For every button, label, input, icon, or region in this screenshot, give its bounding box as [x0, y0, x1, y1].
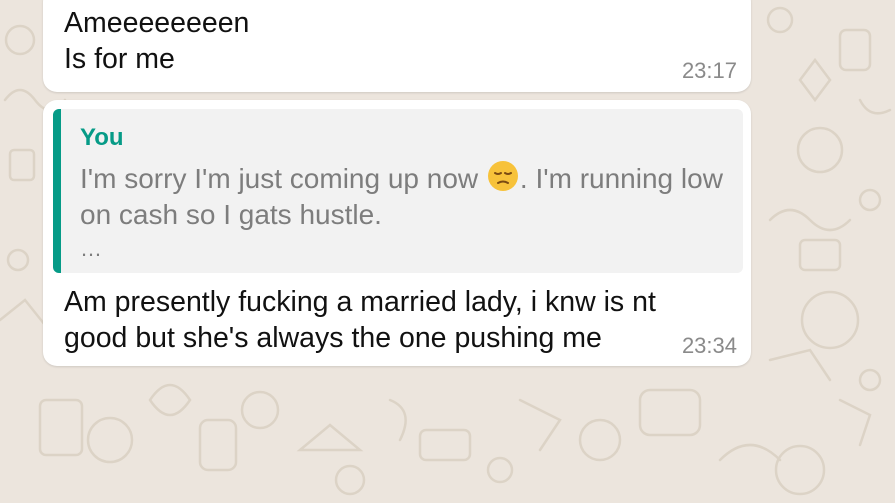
- quote-accent-bar: [53, 109, 61, 273]
- quote-author: You: [80, 124, 124, 151]
- quote-text: I'm sorry I'm just coming up now . I'm r…: [80, 159, 730, 233]
- message-timestamp: 23:34: [681, 333, 737, 358]
- message-bubble[interactable]: You I'm sorry I'm just coming up now . I…: [43, 100, 751, 366]
- message-bubble[interactable]: Ameeeeeeeen Is for me 23:17: [43, 0, 751, 92]
- message-text: Am presently fucking a married lady, i k…: [64, 286, 656, 354]
- quoted-message[interactable]: You I'm sorry I'm just coming up now . I…: [53, 109, 743, 273]
- message-timestamp: 23:17: [681, 58, 737, 83]
- pensive-face-emoji-icon: [487, 161, 518, 191]
- quote-text-part: I'm sorry I'm just coming up now: [80, 163, 486, 194]
- message-text: Ameeeeeeeen Is for me: [64, 7, 250, 75]
- quote-more-indicator: …: [80, 236, 102, 261]
